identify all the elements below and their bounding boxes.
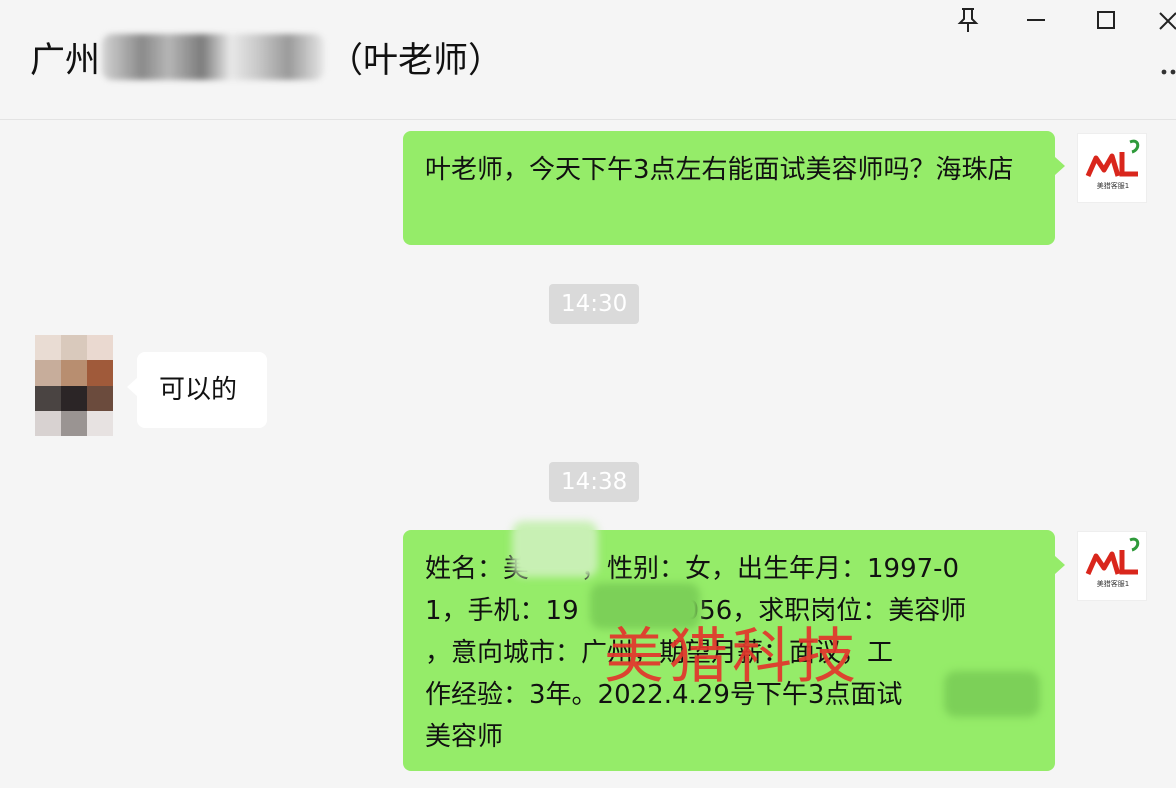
chat-title: 广州 （叶老师） [30,34,504,81]
logo-caption: 美猎客服1 [1096,182,1130,190]
message-list[interactable]: 叶老师，今天下午3点左右能面试美容师吗？海珠店 美猎客服1 14:30 可以的 … [0,121,1176,788]
chat-header: 广州 （叶老师） [0,0,1176,120]
more-icon[interactable] [1160,60,1176,84]
watermark-text: 美猎科技 [604,622,860,692]
avatar-contact[interactable] [35,335,113,436]
minimize-icon[interactable] [1016,4,1056,36]
avatar-self[interactable]: 美猎客服1 [1077,133,1147,203]
chat-title-suffix: （叶老师） [328,40,504,81]
redacted-name-blur [102,34,325,80]
avatar-self[interactable]: 美猎客服1 [1077,531,1147,601]
incoming-message[interactable]: 可以的 [127,352,267,428]
outgoing-message[interactable]: 叶老师，今天下午3点左右能面试美容师吗？海珠店 [403,131,1065,245]
redacted-store-blur [944,671,1040,717]
redacted-name-blur [512,521,598,577]
timestamp: 14:30 [549,284,639,324]
timestamp: 14:38 [549,462,639,502]
maximize-icon[interactable] [1086,4,1126,36]
logo-caption: 美猎客服1 [1096,580,1130,588]
chat-window: 广州 （叶老师） 叶老师，今天下午3点左右能面试美容师吗？海珠店 美猎客服1 1… [0,0,1176,788]
message-text: 可以的 [159,375,238,405]
close-icon[interactable] [1156,4,1176,36]
message-line: 美容师 [425,722,504,752]
pin-icon[interactable] [948,4,988,36]
logo-mark-icon [1085,139,1140,178]
chat-title-prefix: 广州 [30,40,101,81]
message-text: 叶老师，今天下午3点左右能面试美容师吗？海珠店 [425,155,1014,185]
logo-mark-icon [1085,537,1140,576]
